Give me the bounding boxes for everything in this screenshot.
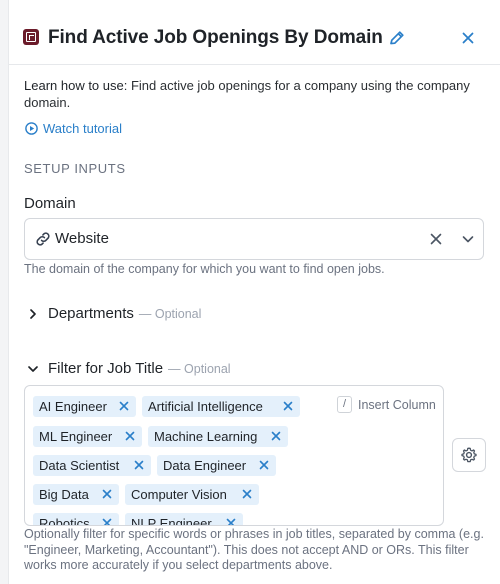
- chevron-right-icon: [30, 308, 36, 319]
- tag-label: AI Engineer: [39, 399, 107, 414]
- job-title-tag-input[interactable]: / Insert Column AI Engineer Artificial I…: [24, 385, 444, 526]
- filter-job-title-toggle[interactable]: Filter for Job Title — Optional: [26, 360, 231, 377]
- filter-job-title-optional: — Optional: [168, 361, 231, 376]
- departments-optional: — Optional: [138, 306, 202, 321]
- remove-tag-icon[interactable]: [242, 489, 252, 499]
- pencil-icon[interactable]: [387, 28, 407, 48]
- tag-chip: Robotics: [33, 513, 119, 526]
- tag-label: Computer Vision: [131, 487, 227, 502]
- domain-help-text: The domain of the company for which you …: [24, 262, 385, 276]
- background-strip: [0, 0, 9, 584]
- learn-description: Learn how to use: Find active job openin…: [24, 77, 484, 111]
- clear-icon[interactable]: [427, 230, 445, 248]
- panel-header: Find Active Job Openings By Domain: [9, 0, 500, 65]
- watch-tutorial-link[interactable]: Watch tutorial: [25, 121, 122, 136]
- tag-label: Big Data: [39, 487, 89, 502]
- tag-chip: Data Engineer: [157, 455, 276, 476]
- tag-label: Artificial Intelligence: [148, 399, 263, 414]
- slash-key: /: [337, 396, 352, 413]
- tag-chip: Big Data: [33, 484, 119, 505]
- tag-label: Data Engineer: [163, 458, 247, 473]
- tag-label: Machine Learning: [154, 429, 258, 444]
- departments-toggle[interactable]: Departments — Optional: [26, 305, 201, 322]
- remove-tag-icon[interactable]: [259, 460, 269, 470]
- remove-tag-icon[interactable]: [134, 460, 144, 470]
- play-circle-icon: [25, 122, 38, 135]
- tag-chip: Machine Learning: [148, 426, 288, 447]
- remove-tag-icon[interactable]: [119, 401, 129, 411]
- setup-inputs-heading: SETUP INPUTS: [24, 161, 126, 176]
- remove-tag-icon[interactable]: [271, 431, 281, 441]
- tag-label: Data Scientist: [39, 458, 120, 473]
- learn-prefix: Learn how to use: [24, 78, 124, 93]
- remove-tag-icon[interactable]: [102, 518, 112, 526]
- close-icon[interactable]: [458, 28, 478, 48]
- remove-tag-icon[interactable]: [226, 518, 236, 526]
- tag-chip: NLP Engineer: [125, 513, 243, 526]
- side-panel: Find Active Job Openings By Domain Learn…: [9, 0, 500, 584]
- remove-tag-icon[interactable]: [283, 401, 293, 411]
- watch-tutorial-label: Watch tutorial: [43, 121, 122, 136]
- filter-help-text: Optionally filter for specific words or …: [24, 527, 484, 572]
- settings-button[interactable]: [452, 438, 486, 472]
- insert-column-hint[interactable]: / Insert Column: [337, 396, 436, 413]
- domain-value: Website: [55, 230, 109, 247]
- tag-chip: Artificial Intelligence: [142, 396, 300, 417]
- domain-label: Domain: [24, 195, 76, 212]
- remove-tag-icon[interactable]: [102, 489, 112, 499]
- page-title: Find Active Job Openings By Domain: [48, 27, 383, 48]
- chevron-down-icon[interactable]: [459, 230, 477, 248]
- departments-label: Departments: [48, 305, 134, 322]
- domain-select[interactable]: Website: [24, 218, 484, 260]
- insert-column-label: Insert Column: [358, 397, 436, 412]
- tag-chip: AI Engineer: [33, 396, 136, 417]
- gear-icon: [461, 447, 477, 463]
- tag-chip: Data Scientist: [33, 455, 151, 476]
- app-logo-icon: [23, 29, 39, 45]
- tag-label: NLP Engineer: [131, 516, 212, 526]
- tag-label: Robotics: [39, 516, 90, 526]
- tag-label: ML Engineer: [39, 429, 113, 444]
- link-icon: [36, 232, 50, 246]
- chevron-down-icon: [28, 365, 38, 372]
- filter-job-title-label: Filter for Job Title: [48, 360, 164, 377]
- tag-chip: ML Engineer: [33, 426, 142, 447]
- tag-chip: Computer Vision: [125, 484, 259, 505]
- remove-tag-icon[interactable]: [125, 431, 135, 441]
